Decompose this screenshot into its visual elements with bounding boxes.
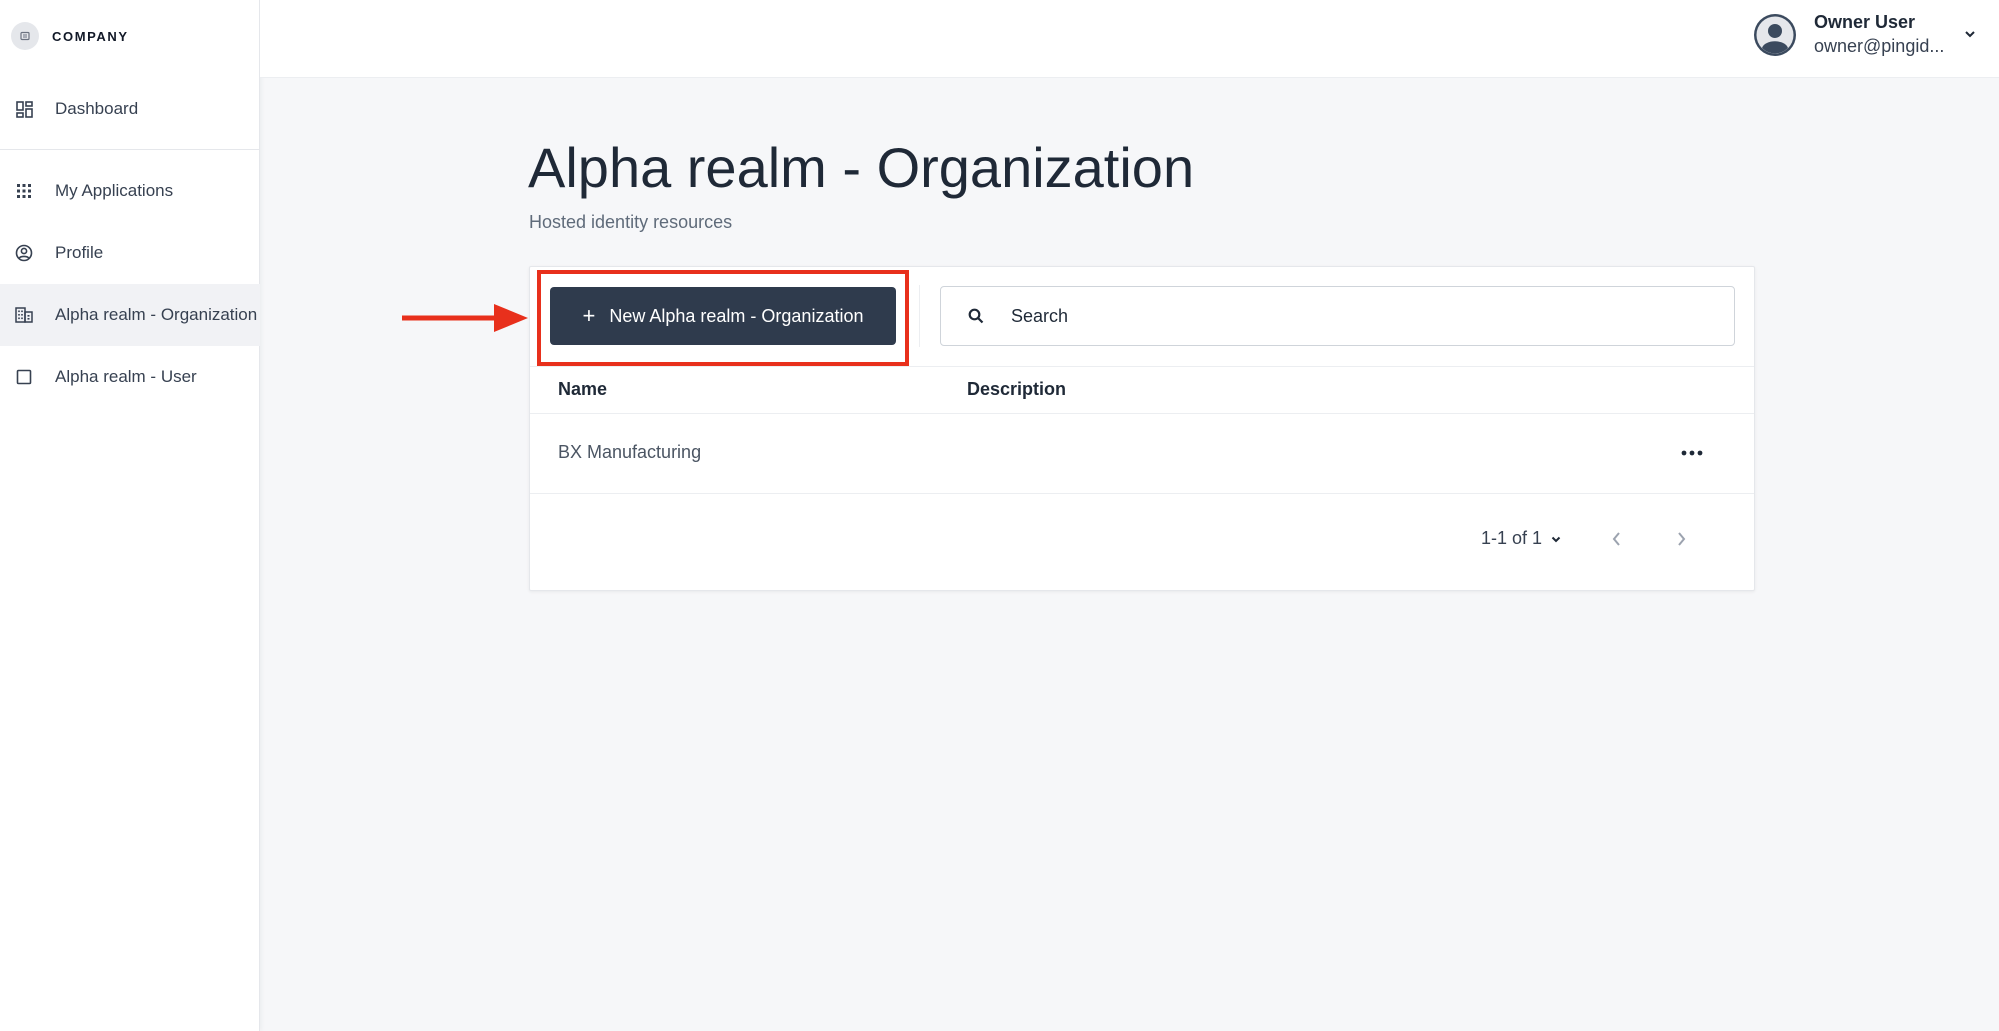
column-header-name[interactable]: Name bbox=[558, 379, 607, 400]
table-row[interactable]: BX Manufacturing bbox=[530, 414, 1754, 494]
prev-page-button[interactable] bbox=[1605, 527, 1629, 551]
sidebar-item-dashboard[interactable]: Dashboard bbox=[0, 78, 260, 140]
search-icon bbox=[967, 307, 985, 325]
avatar bbox=[1754, 14, 1796, 56]
search-box[interactable] bbox=[940, 286, 1735, 346]
table-header-row: Name Description bbox=[530, 366, 1754, 414]
plus-icon: + bbox=[582, 303, 596, 328]
sidebar-item-profile[interactable]: Profile bbox=[0, 222, 260, 284]
chevron-down-icon bbox=[1963, 27, 1977, 41]
user-menu[interactable]: Owner User owner@pingid... bbox=[1754, 0, 1999, 70]
user-circle-icon bbox=[15, 244, 33, 262]
new-organization-button[interactable]: + New Alpha realm - Organization bbox=[550, 287, 896, 345]
chevron-right-icon bbox=[1678, 532, 1686, 546]
more-actions-icon[interactable] bbox=[1678, 442, 1706, 464]
chevron-down-icon bbox=[1551, 536, 1561, 542]
sidebar-item-label: Alpha realm - User bbox=[55, 367, 197, 386]
new-organization-button-label: New Alpha realm - Organization bbox=[609, 305, 864, 326]
brand-name: COMPANY bbox=[52, 28, 129, 44]
cell-name: BX Manufacturing bbox=[558, 442, 702, 462]
toolbar-divider bbox=[919, 285, 920, 347]
pagination: 1-1 of 1 bbox=[530, 495, 1754, 590]
page-title: Alpha realm - Organization bbox=[528, 136, 1195, 199]
dashboard-icon bbox=[15, 100, 33, 118]
apps-grid-icon bbox=[15, 182, 33, 200]
sidebar-item-label: Alpha realm - Organization bbox=[55, 305, 258, 324]
pagination-range: 1-1 of 1 bbox=[1481, 528, 1543, 548]
sidebar-item-label: Dashboard bbox=[55, 99, 139, 118]
page-subtitle: Hosted identity resources bbox=[529, 212, 733, 232]
annotation-arrow-icon bbox=[402, 304, 528, 332]
sidebar-item-alpha-realm-organization[interactable]: Alpha realm - Organization bbox=[0, 284, 260, 346]
sidebar-item-my-applications[interactable]: My Applications bbox=[0, 160, 260, 222]
sidebar-item-label: Profile bbox=[55, 243, 104, 262]
company-logo-icon bbox=[11, 22, 39, 50]
search-input[interactable] bbox=[1009, 304, 1713, 328]
next-page-button[interactable] bbox=[1669, 527, 1693, 551]
user-name: Owner User bbox=[1814, 12, 1916, 32]
column-header-description[interactable]: Description bbox=[967, 379, 1066, 400]
sidebar: COMPANY Dashboard My Applications Profil… bbox=[0, 0, 260, 1031]
sidebar-item-alpha-realm-user[interactable]: Alpha realm - User bbox=[0, 346, 260, 408]
page-size-selector[interactable]: 1-1 of 1 bbox=[1481, 528, 1562, 549]
nav-divider bbox=[0, 149, 260, 150]
organizations-card: + New Alpha realm - Organization Name De… bbox=[529, 266, 1755, 591]
square-icon bbox=[15, 368, 33, 386]
sidebar-item-label: My Applications bbox=[55, 181, 174, 200]
top-header: Owner User owner@pingid... bbox=[260, 0, 1999, 78]
chevron-left-icon bbox=[1612, 532, 1620, 546]
brand[interactable]: COMPANY bbox=[11, 22, 129, 50]
user-email: owner@pingid... bbox=[1814, 36, 1945, 56]
building-icon bbox=[15, 306, 33, 324]
